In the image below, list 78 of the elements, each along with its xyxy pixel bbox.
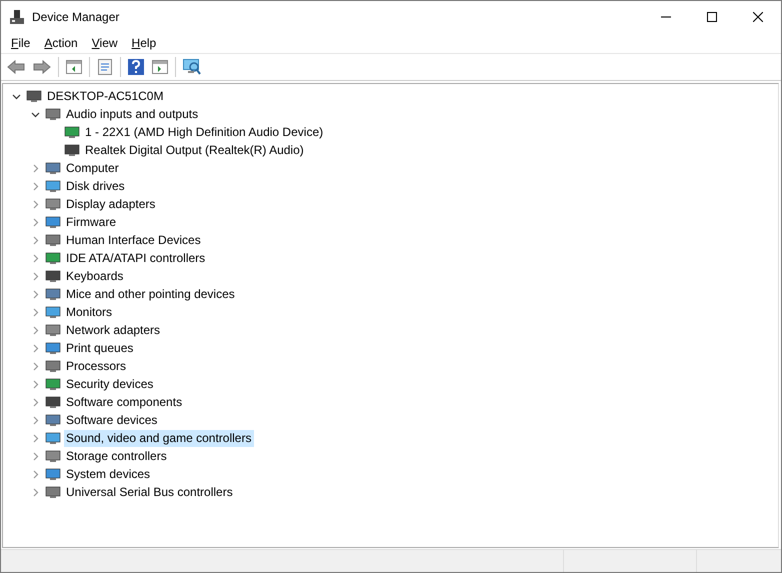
chevron-right-icon[interactable] xyxy=(30,362,40,370)
device-icon xyxy=(45,340,61,356)
device-icon xyxy=(45,286,61,302)
device-icon xyxy=(45,214,61,230)
device-icon xyxy=(45,232,61,248)
tree-item[interactable]: Processors xyxy=(64,358,130,374)
close-icon xyxy=(753,12,763,22)
chevron-down-icon[interactable] xyxy=(12,92,20,100)
tree-item[interactable]: Network adapters xyxy=(64,322,164,338)
chevron-right-icon[interactable] xyxy=(30,380,40,388)
menu-item[interactable]: Help xyxy=(124,36,164,50)
chevron-right-icon[interactable] xyxy=(30,182,40,190)
tree-item[interactable]: Disk drives xyxy=(64,178,128,194)
chevron-right-icon[interactable] xyxy=(30,344,40,352)
device-icon xyxy=(45,466,61,482)
tree-item[interactable]: DESKTOP-AC51C0M xyxy=(45,88,166,104)
tree-item[interactable]: Mice and other pointing devices xyxy=(64,286,238,302)
tree-item[interactable]: System devices xyxy=(64,466,154,482)
device-icon xyxy=(45,160,61,176)
chevron-right-icon[interactable] xyxy=(30,452,40,460)
tree-item[interactable]: Print queues xyxy=(64,340,136,356)
tree-item[interactable]: Universal Serial Bus controllers xyxy=(64,484,236,500)
chevron-right-icon[interactable] xyxy=(30,416,40,424)
help-button[interactable] xyxy=(125,57,147,77)
chevron-right-icon[interactable] xyxy=(30,164,40,172)
chevron-right-icon[interactable] xyxy=(30,308,40,316)
device-manager-icon xyxy=(9,8,25,24)
device-icon xyxy=(64,142,80,158)
device-icon xyxy=(45,358,61,374)
chevron-right-icon[interactable] xyxy=(30,434,40,442)
device-icon xyxy=(45,484,61,500)
tree-item[interactable]: IDE ATA/ATAPI controllers xyxy=(64,250,208,266)
tree-item[interactable]: Sound, video and game controllers xyxy=(64,430,254,446)
device-icon xyxy=(64,124,80,140)
chevron-right-icon[interactable] xyxy=(30,398,40,406)
chevron-right-icon[interactable] xyxy=(30,326,40,334)
chevron-right-icon[interactable] xyxy=(30,236,40,244)
tree-item[interactable]: Keyboards xyxy=(64,268,126,284)
chevron-right-icon[interactable] xyxy=(30,254,40,262)
device-icon xyxy=(45,412,61,428)
device-icon xyxy=(26,88,42,104)
device-icon xyxy=(45,196,61,212)
tree-item[interactable]: Realtek Digital Output (Realtek(R) Audio) xyxy=(83,142,307,158)
action-pane-button[interactable] xyxy=(149,58,171,76)
chevron-right-icon[interactable] xyxy=(30,290,40,298)
show-hide-tree-button[interactable] xyxy=(63,58,85,76)
tree-item[interactable]: Software devices xyxy=(64,412,160,428)
tree-item[interactable]: Software components xyxy=(64,394,186,410)
device-icon xyxy=(45,322,61,338)
maximize-icon xyxy=(707,12,717,22)
tree-item[interactable]: Storage controllers xyxy=(64,448,170,464)
device-icon xyxy=(45,250,61,266)
chevron-right-icon[interactable] xyxy=(30,272,40,280)
chevron-down-icon[interactable] xyxy=(30,110,40,118)
tree-item[interactable]: Audio inputs and outputs xyxy=(64,106,202,122)
tree-item[interactable]: Display adapters xyxy=(64,196,158,212)
chevron-right-icon[interactable] xyxy=(30,488,40,496)
menu-item[interactable]: File xyxy=(4,36,38,50)
device-icon xyxy=(45,430,61,446)
device-icon xyxy=(45,304,61,320)
device-icon xyxy=(45,106,61,122)
device-icon xyxy=(45,178,61,194)
device-icon xyxy=(45,448,61,464)
tree-item[interactable]: Human Interface Devices xyxy=(64,232,204,248)
window-title: Device Manager xyxy=(32,10,120,24)
device-icon xyxy=(45,394,61,410)
chevron-right-icon[interactable] xyxy=(30,200,40,208)
device-icon xyxy=(45,376,61,392)
tree-item[interactable]: Computer xyxy=(64,160,122,176)
chevron-right-icon[interactable] xyxy=(30,470,40,478)
tree-item[interactable]: 1 - 22X1 (AMD High Definition Audio Device) xyxy=(83,124,326,140)
menu-item[interactable]: View xyxy=(84,36,125,50)
device-icon xyxy=(45,268,61,284)
menu-item[interactable]: Action xyxy=(37,36,85,50)
chevron-right-icon[interactable] xyxy=(30,218,40,226)
tree-item[interactable]: Firmware xyxy=(64,214,119,230)
tree-item[interactable]: Monitors xyxy=(64,304,116,320)
tree-item[interactable]: Security devices xyxy=(64,376,156,392)
